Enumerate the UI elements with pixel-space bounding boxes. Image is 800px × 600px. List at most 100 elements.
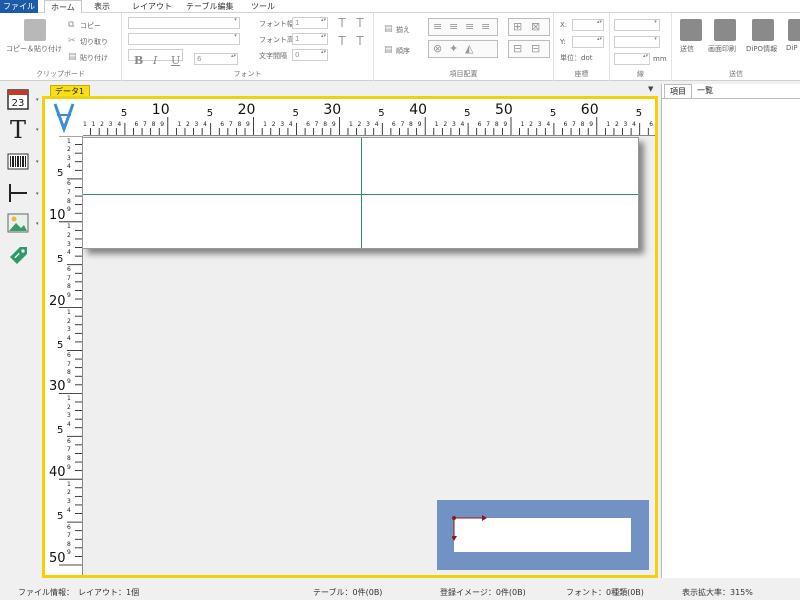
tab-home[interactable]: ホーム [44, 0, 82, 14]
send-button[interactable]: 送信 [680, 44, 694, 54]
expand-icon[interactable]: ⊞ [513, 21, 522, 33]
paste-small-button[interactable]: 貼り付け [80, 53, 108, 63]
distribute-v-icon[interactable]: ⊟ [531, 43, 540, 55]
spinner-icon[interactable]: ▴▾ [596, 37, 603, 47]
spinner-icon[interactable]: ▴▾ [320, 50, 327, 60]
file-menu[interactable]: ファイル [0, 0, 38, 13]
calendar-tool[interactable]: 23 ▾ [6, 87, 39, 111]
mountain-icon[interactable]: ◭ [465, 43, 473, 55]
font-height-field[interactable]: 1 ▴▾ [292, 33, 328, 45]
coordinates-label: 座標 [574, 70, 589, 78]
font-width-field[interactable]: 1 ▴▾ [292, 17, 328, 29]
send-icon[interactable] [680, 19, 702, 41]
tab-view[interactable]: 表示 [88, 0, 116, 13]
image-icon [7, 213, 29, 233]
y-field[interactable]: ▴▾ [572, 36, 604, 48]
chevron-down-icon[interactable]: ▾ [36, 191, 39, 197]
tab-table-edit[interactable]: テーブル編集 [180, 0, 240, 13]
tab-tools[interactable]: ツール [245, 0, 281, 13]
coordinates-group: X: ▴▾ Y: ▴▾ 単位：dot 座標 [554, 13, 610, 81]
align-button[interactable]: 揃え [396, 25, 410, 35]
ribbon: コピー＆貼り付け ⧉ コピー ✂ 切り取り ▤ 貼り付け クリップボード ▾ ▾… [0, 13, 800, 81]
spinner-icon[interactable]: ▴▾ [230, 54, 237, 64]
order-icon: ▤ [384, 45, 393, 55]
align-justify-icon[interactable]: ≡ [481, 21, 490, 33]
chevron-down-icon: ▾ [654, 19, 657, 25]
svg-text:T: T [10, 117, 26, 141]
line-label: 線 [637, 70, 644, 78]
paste-icon[interactable] [24, 19, 46, 41]
chevron-down-icon[interactable]: ▾ [36, 221, 39, 227]
font-size-field[interactable]: 6 ▴▾ [194, 53, 238, 65]
barcode-tool[interactable]: ▾ [6, 149, 39, 173]
char-spacing-value: 0 [295, 51, 300, 59]
spinner-icon[interactable]: ▴▾ [596, 20, 603, 30]
text-icon: T [10, 116, 26, 144]
font-name-select[interactable]: ▾ [128, 17, 240, 29]
label-area[interactable] [82, 137, 639, 249]
ruler-corner[interactable] [45, 99, 83, 136]
paste-button[interactable]: コピー＆貼り付け [6, 44, 62, 54]
text-height-icon[interactable]: Ｔ [354, 17, 366, 29]
underline-button[interactable]: U [171, 54, 180, 67]
chevron-down-icon[interactable]: ▾ [36, 127, 39, 133]
char-spacing-field[interactable]: 0 ▴▾ [292, 49, 328, 61]
minimap[interactable] [437, 500, 649, 570]
italic-button[interactable]: I [153, 54, 157, 67]
tab-layout[interactable]: レイアウト [126, 0, 178, 13]
spinner-icon[interactable]: ▴▾ [642, 54, 649, 64]
line-style-select[interactable]: ▾ [614, 19, 660, 31]
text-fit-icon[interactable]: Ｔ [336, 35, 348, 47]
cut-button[interactable]: 切り取り [80, 37, 108, 47]
status-zoom: 表示拡大率：315% [682, 588, 753, 597]
dipo-info-icon[interactable] [752, 19, 774, 41]
order-button[interactable]: 順序 [396, 46, 410, 56]
chevron-down-icon[interactable]: ▾ [36, 97, 39, 103]
design-canvas[interactable]: 1 1 2 3 4 5 6 7 8 9 10 1 2 3 4 5 6 7 8 9 20 1 2 3 4 5 6 7 8 9 30 1 2 3 4 5 6… [42, 96, 658, 578]
x-field[interactable]: ▴▾ [572, 19, 604, 31]
tab-items[interactable]: 項目 [664, 84, 692, 98]
bold-button[interactable]: B [134, 54, 143, 67]
dipo-info-button[interactable]: DiPO情報 [746, 44, 777, 54]
transform-group[interactable]: ⊗ ✦ ◭ [428, 40, 498, 58]
distribute-h-icon[interactable]: ⊟ [513, 43, 522, 55]
copy-button[interactable]: コピー [80, 21, 101, 31]
screen-print-icon[interactable] [714, 19, 736, 41]
menu-bar: ファイル ホーム 表示 レイアウト テーブル編集 ツール [0, 0, 800, 14]
align-right-icon[interactable]: ≡ [465, 21, 474, 33]
position-group-bottom[interactable]: ⊟ ⊟ [508, 40, 550, 58]
tag-tool[interactable] [6, 243, 30, 267]
line-width-field[interactable]: ▴▾ [614, 53, 650, 65]
rotate-icon[interactable]: ⊗ [433, 43, 442, 55]
calendar-icon: 23 [7, 89, 29, 110]
chevron-down-icon[interactable]: ▾ [36, 159, 39, 165]
text-align-group[interactable]: ≡ ≡ ≡ ≡ [428, 18, 498, 36]
cut-icon: ✂ [68, 36, 76, 46]
screen-print-button[interactable]: 画面印刷 [708, 44, 736, 54]
position-group-top[interactable]: ⊞ ⊠ [508, 18, 550, 36]
spinner-icon[interactable]: ▴▾ [320, 34, 327, 44]
minimap-viewport[interactable] [452, 515, 631, 552]
text-spread-icon[interactable]: Ｔ [354, 35, 366, 47]
image-tool[interactable]: ▾ [6, 211, 39, 235]
vertical-ruler: 1 2 3 4 5 6 7 8 9 10 1 2 3 4 5 6 7 8 9 20 1 2 3 4 5 6 7 8 9 30 1 2 3 4 5 6 7… [45, 136, 83, 575]
send-group: 送信 画面印刷 DiPO情報 DiP 送信 [672, 13, 800, 81]
line-tool[interactable]: ▾ [6, 181, 39, 205]
line-color-select[interactable]: ▾ [614, 36, 660, 48]
font-style-select[interactable]: ▾ [128, 33, 240, 45]
font-group: ▾ ▾ フォント幅 1 ▴▾ フォント高 1 ▴▾ 文字間隔 0 ▴▾ Ｔ Ｔ Ｔ Ｔ… [122, 13, 374, 81]
dip-icon[interactable] [788, 19, 800, 41]
align-center-icon[interactable]: ≡ [449, 21, 458, 33]
tab-list[interactable]: 一覧 [692, 84, 718, 98]
font-height-label: フォント高 [259, 36, 294, 44]
dip-button[interactable]: DiP [786, 44, 798, 52]
spinner-icon[interactable]: ▴▾ [320, 18, 327, 28]
text-tool[interactable]: T ▾ [6, 116, 39, 144]
pin-icon[interactable]: ✦ [449, 43, 458, 55]
text-width-icon[interactable]: Ｔ [336, 17, 348, 29]
chevron-down-icon[interactable]: ▼ [648, 85, 653, 93]
svg-text:23: 23 [12, 98, 25, 109]
line-icon [9, 184, 27, 202]
shrink-icon[interactable]: ⊠ [531, 21, 540, 33]
align-left-icon[interactable]: ≡ [433, 21, 442, 33]
